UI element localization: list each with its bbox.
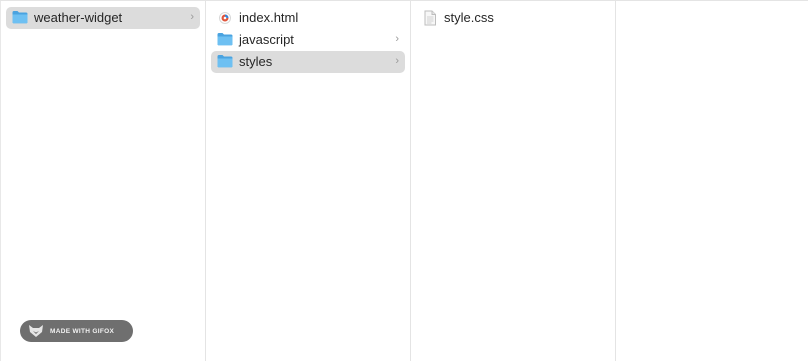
chevron-right-icon: › xyxy=(190,11,194,23)
html-file-icon xyxy=(217,10,233,26)
folder-name: javascript xyxy=(239,32,294,47)
file-name: style.css xyxy=(444,10,494,25)
file-row-index-html[interactable]: index.html xyxy=(211,7,405,29)
chevron-right-icon: › xyxy=(395,33,399,45)
folder-icon xyxy=(217,32,233,48)
column-4[interactable] xyxy=(616,1,808,361)
column-1[interactable]: weather-widget › MADE WITH GIFOX xyxy=(0,1,206,361)
gifox-watermark: MADE WITH GIFOX xyxy=(20,320,133,342)
watermark-text: MADE WITH GIFOX xyxy=(50,327,115,335)
folder-row-styles[interactable]: styles › xyxy=(211,51,405,73)
file-row-style-css[interactable]: style.css xyxy=(416,7,610,29)
column-2[interactable]: index.html javascript › styles › xyxy=(206,1,411,361)
chevron-right-icon: › xyxy=(395,55,399,67)
column-3[interactable]: style.css xyxy=(411,1,616,361)
folder-row-weather-widget[interactable]: weather-widget › xyxy=(6,7,200,29)
folder-row-javascript[interactable]: javascript › xyxy=(211,29,405,51)
column-browser: weather-widget › MADE WITH GIFOX index.h… xyxy=(0,0,808,361)
folder-icon xyxy=(12,10,28,26)
file-name: index.html xyxy=(239,10,299,25)
css-file-icon xyxy=(422,10,438,26)
fox-icon xyxy=(28,324,44,338)
folder-icon xyxy=(217,54,233,70)
folder-name: styles xyxy=(239,54,273,69)
folder-name: weather-widget xyxy=(34,10,123,25)
